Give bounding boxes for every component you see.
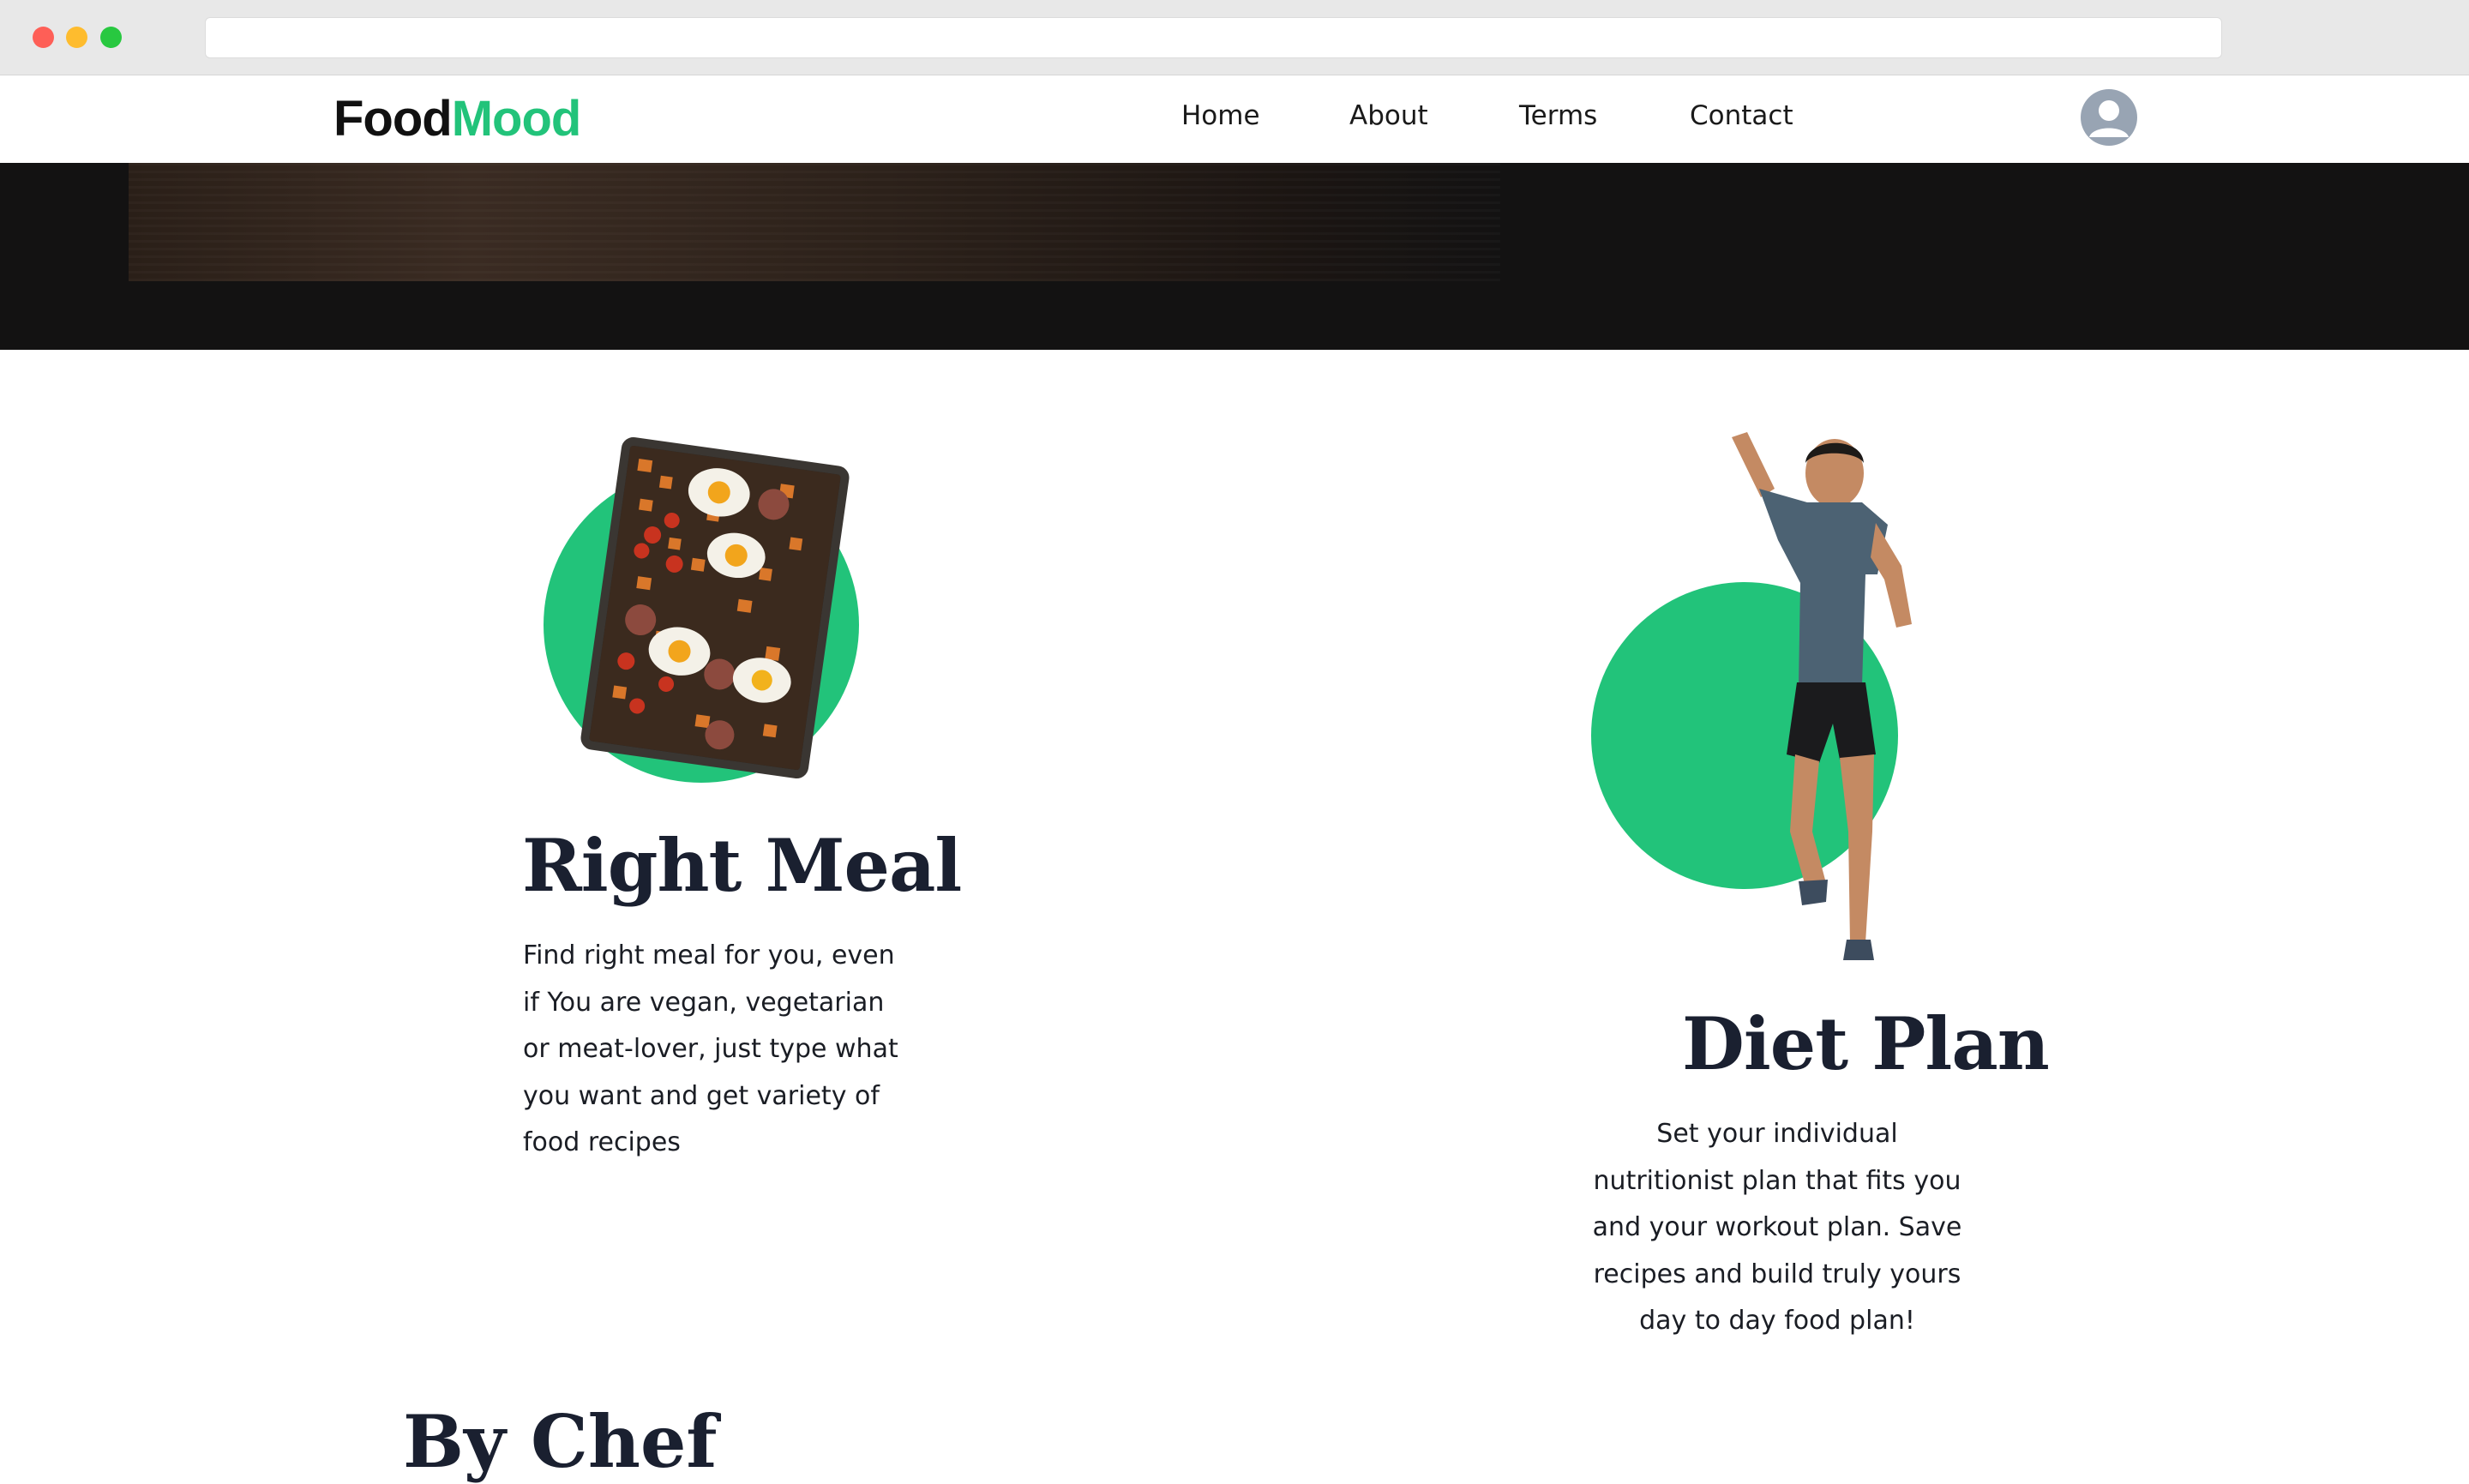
food-tray-image: [579, 436, 851, 780]
feature-text-diet-plan: Set your individual nutritionist plan th…: [1592, 1119, 1962, 1336]
minimize-window-button[interactable]: [66, 27, 87, 48]
nav-link-home[interactable]: Home: [1181, 103, 1260, 129]
user-avatar-icon[interactable]: [2081, 89, 2137, 146]
nav-link-contact[interactable]: Contact: [1690, 103, 1793, 129]
site-header: FoodMood Home About Terms Contact: [0, 75, 2469, 163]
feature-title-right-meal: Right Meal: [522, 823, 962, 908]
running-man-image: [1706, 429, 1980, 977]
logo-food: Food: [333, 91, 453, 147]
feature-text-right-meal: Find right meal for you, even if You are…: [523, 940, 898, 1157]
section-heading-by-chef: By Chef: [403, 1399, 718, 1484]
logo-mood: Mood: [451, 91, 582, 147]
feature-title-diet-plan: Diet Plan: [1682, 1001, 2050, 1086]
nav-link-about[interactable]: About: [1349, 103, 1428, 129]
hero-wood-image: [129, 163, 1500, 281]
close-window-button[interactable]: [33, 27, 54, 48]
browser-window-chrome: [0, 0, 2469, 75]
hero-banner: [0, 163, 2469, 350]
maximize-window-button[interactable]: [100, 27, 122, 48]
nav-link-terms[interactable]: Terms: [1519, 103, 1597, 129]
site-logo[interactable]: FoodMood: [333, 87, 582, 147]
address-bar[interactable]: [205, 17, 2222, 58]
